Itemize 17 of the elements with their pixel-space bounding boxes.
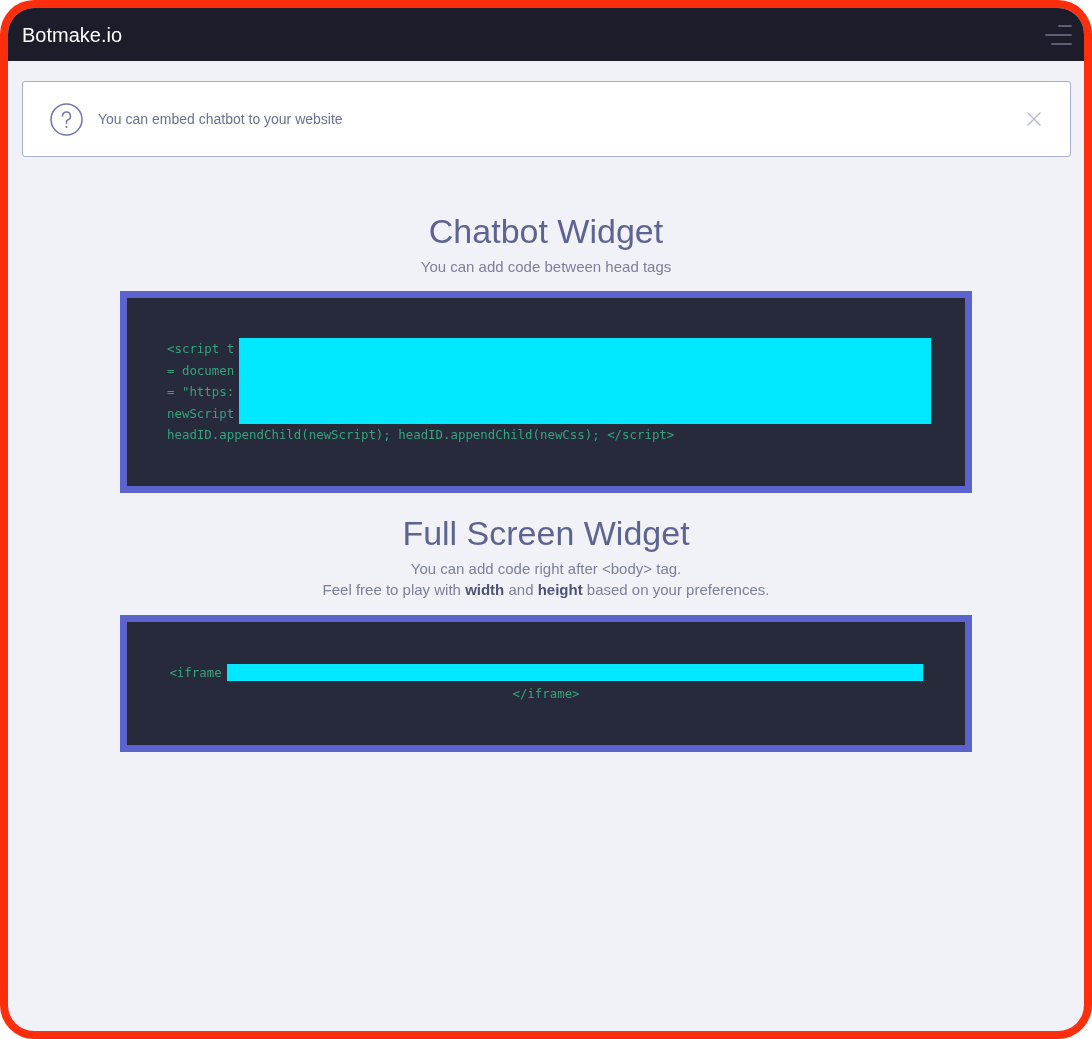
close-icon[interactable] bbox=[1027, 112, 1041, 126]
code-line: </iframe> bbox=[512, 685, 580, 703]
code-line: = documen bbox=[167, 361, 235, 380]
menu-icon[interactable] bbox=[1045, 24, 1072, 45]
question-circle-icon bbox=[50, 102, 83, 136]
brand-name[interactable]: Botmake.io bbox=[22, 19, 123, 50]
section-subtitle: You can add code right after <body> tag. bbox=[410, 558, 682, 579]
code-line: = "https: bbox=[167, 383, 235, 401]
code-line: newScript bbox=[167, 404, 235, 423]
code-line: <iframe bbox=[169, 663, 222, 682]
section-subtitle: You can add code between head tags bbox=[420, 257, 672, 277]
section-subtitle: Feel free to play with width and height based on your preferences. bbox=[322, 579, 770, 600]
section-title: Full Screen Widget bbox=[402, 512, 690, 554]
section-title: Chatbot Widget bbox=[428, 211, 664, 252]
alert-message: You can embed chatbot to your website bbox=[98, 109, 343, 129]
code-line: headID.appendChild(newScript); headID.appendChild(newCss); </script> bbox=[167, 426, 675, 444]
code-line: <script t bbox=[167, 340, 235, 358]
